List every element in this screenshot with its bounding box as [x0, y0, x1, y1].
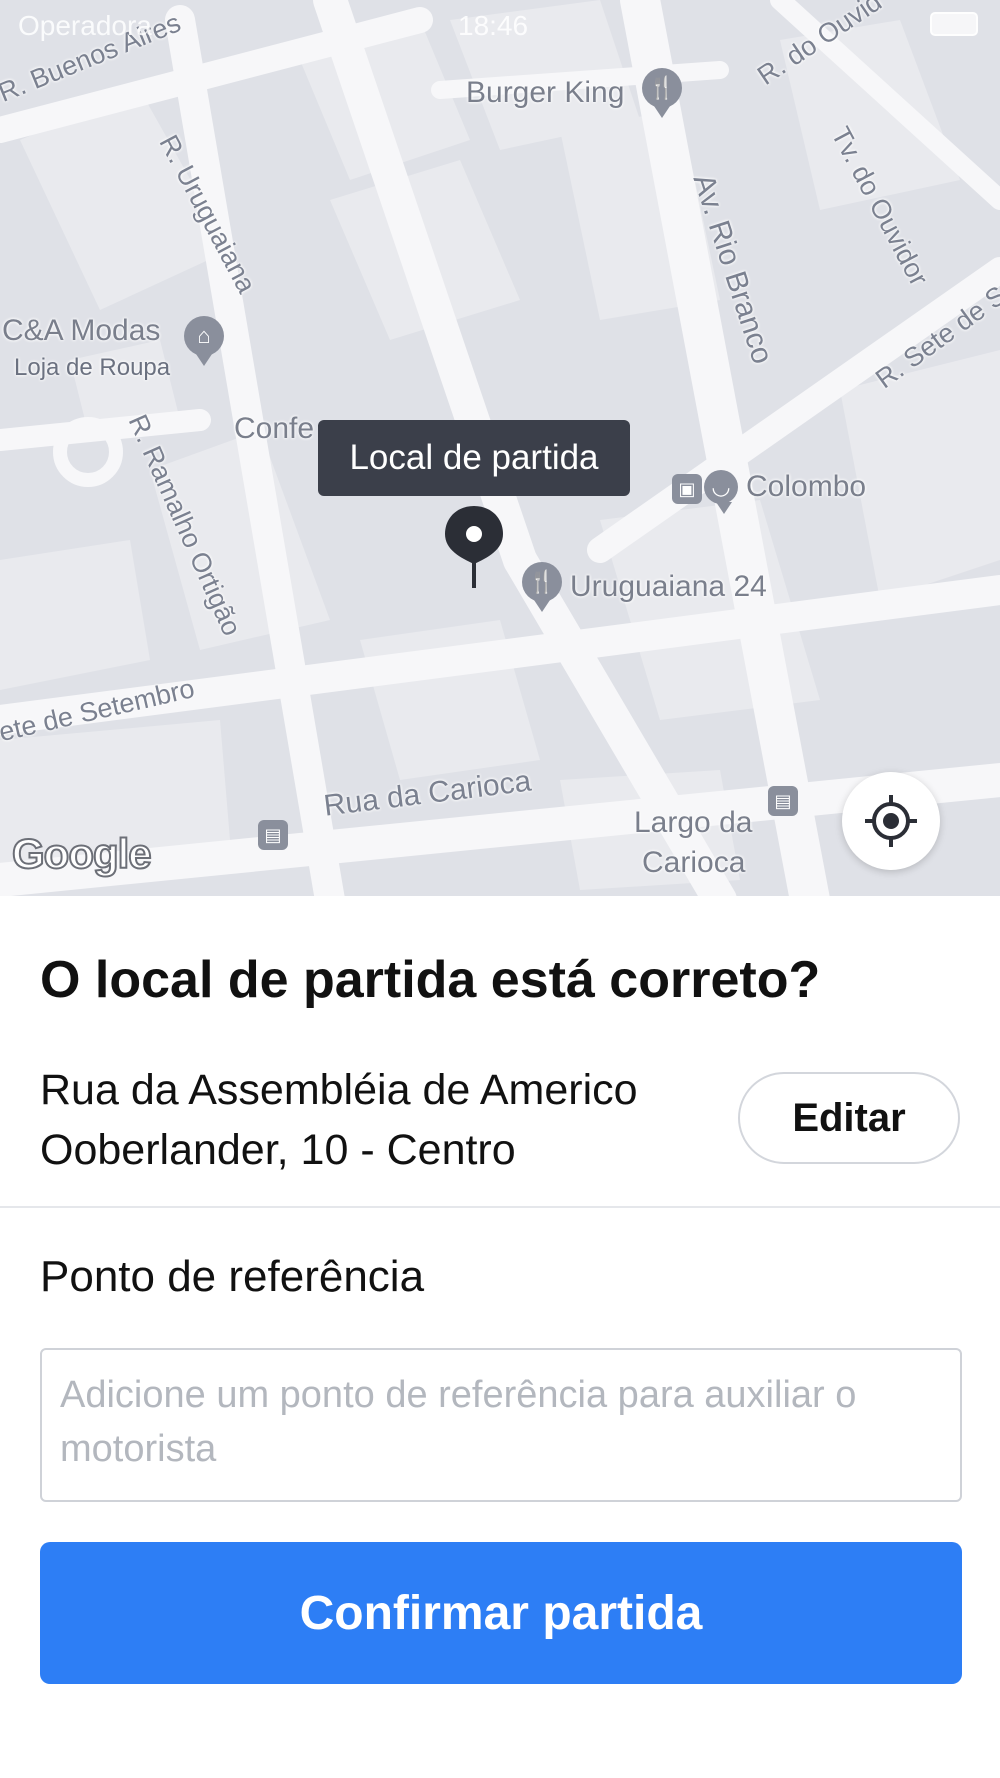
reference-input[interactable] [40, 1348, 962, 1502]
poi-sublabel-cea: Loja de Roupa [14, 354, 171, 381]
clock-label: 18:46 [458, 10, 529, 41]
restaurant-icon[interactable]: 🍴 [642, 68, 682, 118]
carrier-label: Operadora [18, 10, 152, 41]
poi-label-uruguaiana24[interactable]: Uruguaiana 24 [570, 570, 767, 604]
cafe-icon[interactable]: ◡ [704, 470, 738, 514]
pickup-pin-icon[interactable] [443, 504, 505, 588]
confirm-pickup-button[interactable]: Confirmar partida [40, 1542, 962, 1684]
map-view[interactable]: R. Buenos Aires R. Uruguaiana R. Ramalho… [0, 0, 1000, 896]
tram-icon[interactable]: ▣ [672, 474, 702, 504]
poi-label-largo-da-carioca-line1[interactable]: Largo da [634, 806, 752, 840]
poi-label-largo-da-carioca-line2[interactable]: Carioca [642, 846, 745, 880]
battery-icon [930, 12, 978, 36]
restaurant-icon[interactable]: 🍴 [522, 562, 562, 612]
screen: R. Buenos Aires R. Uruguaiana R. Ramalho… [0, 0, 1000, 1778]
crosshair-icon [865, 795, 917, 847]
sheet-title: O local de partida está correto? [40, 951, 821, 1009]
my-location-button[interactable] [842, 772, 940, 870]
poi-label-burger-king[interactable]: Burger King [466, 76, 624, 110]
status-bar: Operadora 18:46 [0, 0, 1000, 50]
google-logo: Google [11, 829, 153, 878]
poi-label-colombo[interactable]: Colombo [746, 470, 866, 504]
poi-label-confeitaria[interactable]: Confe [234, 412, 314, 446]
edit-button[interactable]: Editar [738, 1072, 960, 1164]
bus-stop-icon[interactable]: ▤ [768, 786, 798, 816]
reference-label: Ponto de referência [40, 1252, 425, 1301]
shopping-bag-icon[interactable]: ⌂ [184, 316, 224, 366]
pickup-address: Rua da Assembléia de Americo Ooberlander… [40, 1066, 638, 1174]
pickup-tooltip: Local de partida [318, 420, 630, 496]
divider [0, 1206, 1000, 1208]
poi-label-cea[interactable]: C&A Modas [2, 314, 160, 348]
bus-stop-icon[interactable]: ▤ [258, 820, 288, 850]
